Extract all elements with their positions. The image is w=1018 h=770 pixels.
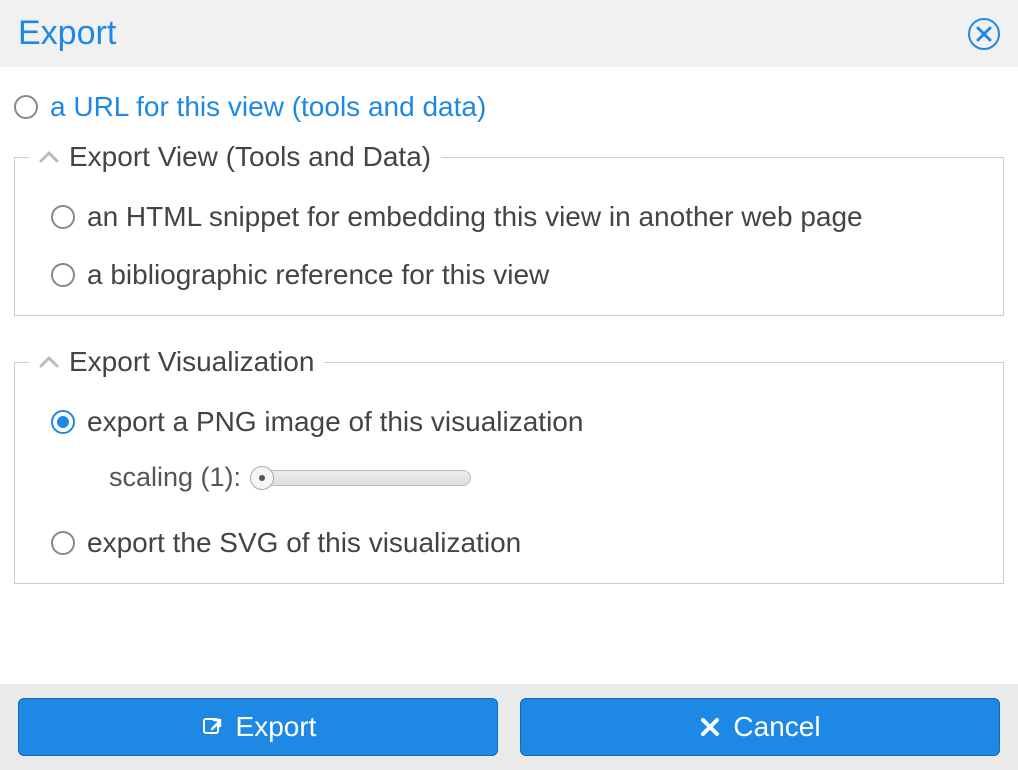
- scaling-slider[interactable]: [251, 470, 471, 486]
- export-button-label: Export: [236, 711, 317, 743]
- close-button[interactable]: [968, 18, 1000, 50]
- group-legend-view: Export View (Tools and Data): [29, 141, 441, 173]
- option-row-biblio[interactable]: a bibliographic reference for this view: [29, 251, 989, 309]
- option-row-png[interactable]: export a PNG image of this visualization: [29, 398, 989, 456]
- dialog-title: Export: [18, 14, 116, 53]
- option-row-svg[interactable]: export the SVG of this visualization: [29, 519, 989, 577]
- option-label-biblio[interactable]: a bibliographic reference for this view: [87, 259, 549, 291]
- export-dialog: Export a URL for this view (tools and da…: [0, 0, 1018, 770]
- radio-png[interactable]: [51, 410, 75, 434]
- option-row-html[interactable]: an HTML snippet for embedding this view …: [29, 193, 989, 251]
- option-label-png[interactable]: export a PNG image of this visualization: [87, 406, 583, 438]
- dialog-body: a URL for this view (tools and data) Exp…: [0, 67, 1018, 684]
- dialog-header: Export: [0, 0, 1018, 67]
- radio-svg[interactable]: [51, 531, 75, 555]
- group-title-viz: Export Visualization: [69, 346, 314, 378]
- group-title-view: Export View (Tools and Data): [69, 141, 431, 173]
- option-label-url[interactable]: a URL for this view (tools and data): [50, 91, 486, 123]
- cancel-button[interactable]: Cancel: [520, 698, 1000, 756]
- group-legend-viz: Export Visualization: [29, 346, 324, 378]
- radio-url[interactable]: [14, 95, 38, 119]
- close-icon: [976, 26, 992, 42]
- slider-thumb[interactable]: [250, 466, 274, 490]
- option-row-url[interactable]: a URL for this view (tools and data): [14, 83, 1004, 141]
- option-label-svg[interactable]: export the SVG of this visualization: [87, 527, 521, 559]
- dialog-footer: Export Cancel: [0, 684, 1018, 770]
- radio-biblio[interactable]: [51, 263, 75, 287]
- export-icon: [200, 715, 224, 739]
- cancel-button-label: Cancel: [733, 711, 820, 743]
- scaling-label: scaling (1):: [109, 462, 241, 493]
- scaling-row: scaling (1):: [29, 456, 989, 519]
- group-export-view: Export View (Tools and Data) an HTML sni…: [14, 141, 1004, 316]
- option-label-html[interactable]: an HTML snippet for embedding this view …: [87, 201, 863, 233]
- chevron-up-icon[interactable]: [39, 150, 59, 164]
- export-button[interactable]: Export: [18, 698, 498, 756]
- chevron-up-icon[interactable]: [39, 355, 59, 369]
- cancel-icon: [699, 716, 721, 738]
- radio-html[interactable]: [51, 205, 75, 229]
- group-export-viz: Export Visualization export a PNG image …: [14, 346, 1004, 584]
